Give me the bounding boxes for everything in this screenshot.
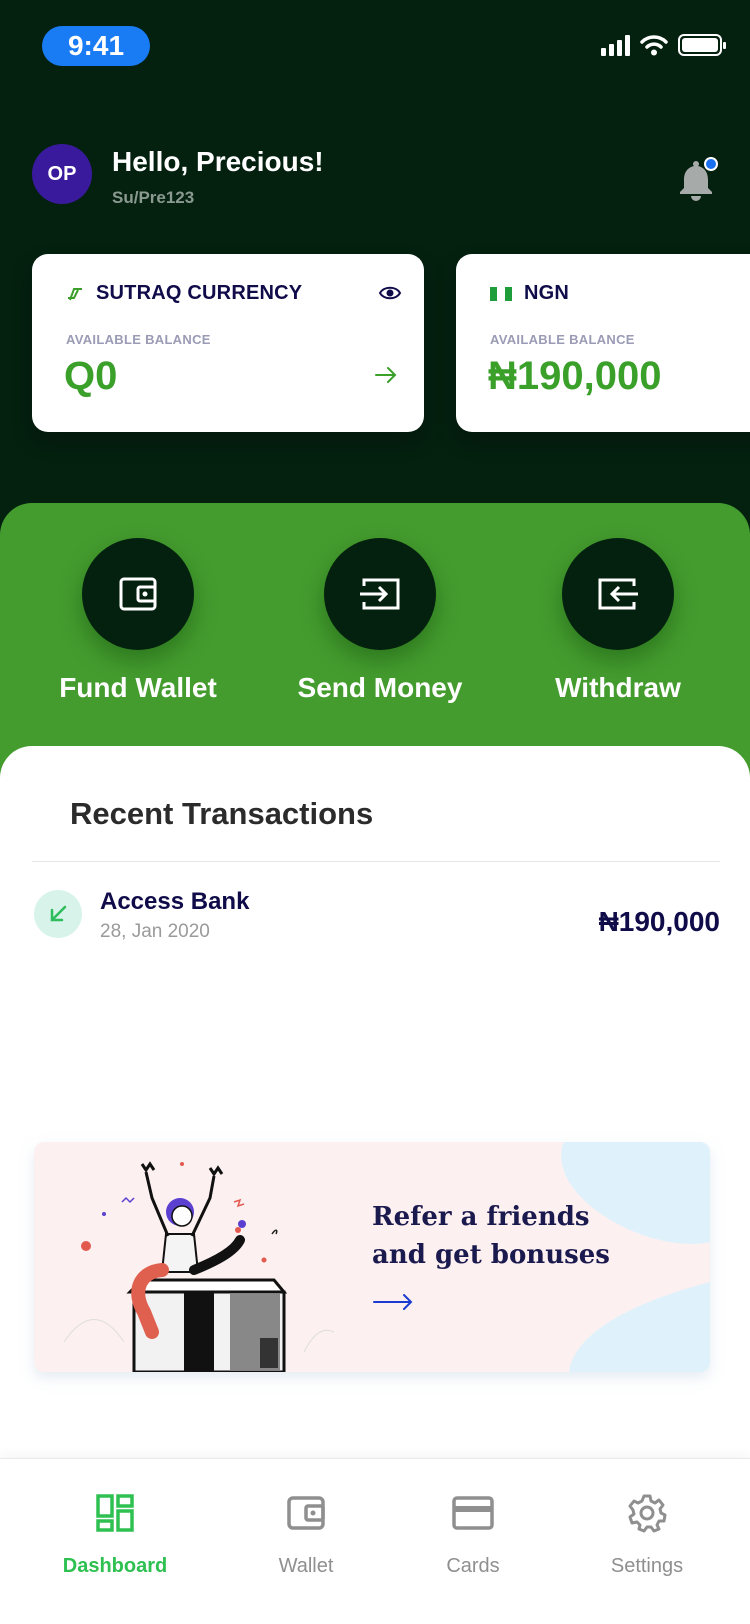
divider (32, 861, 720, 862)
celebration-illustration (63, 1161, 334, 1372)
available-balance-label: AVAILABLE BALANCE (490, 332, 635, 347)
balance-card-ngn[interactable]: NGN AVAILABLE BALANCE ₦190,000 (456, 254, 750, 432)
card-icon (452, 1496, 494, 1530)
available-balance-label: AVAILABLE BALANCE (66, 332, 211, 347)
username: Su/Pre123 (112, 188, 195, 207)
eye-icon[interactable] (378, 284, 402, 302)
gear-icon (628, 1494, 667, 1533)
send-icon (360, 578, 400, 610)
referral-text: Refer a friends and get bonuses (372, 1198, 692, 1274)
currency-name: NGN (524, 282, 570, 304)
nav-cards[interactable]: Cards (398, 1489, 548, 1578)
withdraw-icon (598, 578, 638, 610)
sutraq-logo-icon (68, 287, 82, 300)
battery-icon (678, 34, 726, 56)
nav-settings[interactable]: Settings (572, 1489, 722, 1578)
avatar[interactable]: OP (32, 144, 92, 204)
fund-wallet-label[interactable]: Fund Wallet (28, 672, 248, 704)
status-icons (601, 34, 726, 56)
balance-amount: ₦190,000 (488, 354, 662, 398)
bottom-nav: Dashboard Wallet Cards Settings (0, 1458, 750, 1624)
send-money-button[interactable] (324, 538, 436, 650)
balance-amount: Q0 (64, 354, 118, 398)
nav-label: Wallet (278, 1555, 334, 1577)
wallet-icon (119, 577, 157, 611)
referral-line-2: and get bonuses (372, 1240, 610, 1270)
incoming-arrow-icon (34, 890, 82, 938)
wifi-icon (640, 35, 668, 56)
nigeria-flag-icon (490, 286, 512, 301)
send-money-label[interactable]: Send Money (270, 672, 490, 704)
balance-card-sutraq[interactable]: SUTRAQ CURRENCY AVAILABLE BALANCE Q0 (32, 254, 424, 432)
nav-dashboard[interactable]: Dashboard (40, 1489, 190, 1578)
transaction-amount: ₦190,000 (598, 906, 720, 937)
withdraw-button[interactable] (562, 538, 674, 650)
currency-name: SUTRAQ CURRENCY (96, 282, 303, 304)
signal-icon (601, 34, 630, 56)
nav-label: Dashboard (62, 1555, 168, 1577)
referral-banner[interactable]: Refer a friends and get bonuses (34, 1142, 710, 1372)
transaction-name[interactable]: Access Bank (100, 888, 249, 916)
withdraw-label[interactable]: Withdraw (508, 672, 728, 704)
status-time: 9:41 (42, 26, 150, 66)
bell-icon[interactable] (676, 156, 720, 202)
nav-label: Settings (610, 1555, 684, 1577)
arrow-right-icon[interactable] (372, 1292, 414, 1312)
nav-label: Cards (446, 1555, 500, 1577)
nav-wallet[interactable]: Wallet (231, 1489, 381, 1578)
wallet-icon (287, 1496, 325, 1530)
referral-line-1: Refer a friends (372, 1202, 590, 1232)
fund-wallet-button[interactable] (82, 538, 194, 650)
greeting: Hello, Precious! (112, 146, 324, 177)
transaction-date: 28, Jan 2020 (100, 921, 210, 942)
dashboard-icon (96, 1494, 134, 1532)
arrow-right-icon[interactable] (374, 366, 398, 384)
recent-transactions-title: Recent Transactions (70, 796, 374, 831)
